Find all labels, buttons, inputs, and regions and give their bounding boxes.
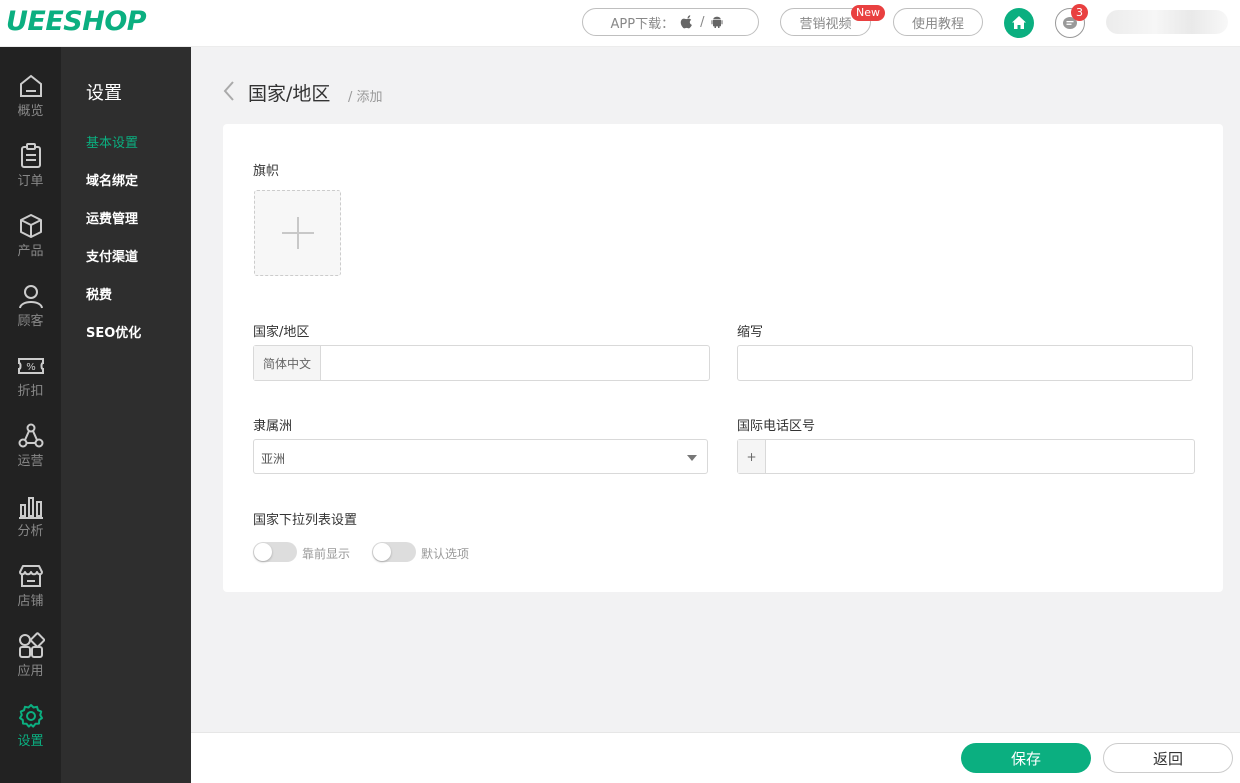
subnav-item-domain[interactable]: 域名绑定 xyxy=(86,170,138,189)
continent-value: 亚洲 xyxy=(261,452,286,466)
nav-label: 订单 xyxy=(17,174,44,189)
caret-down-icon xyxy=(687,455,697,461)
breadcrumb-sub: / 添加 xyxy=(348,90,383,105)
apps-icon xyxy=(18,632,45,658)
settings-subnav: 设置 基本设置 域名绑定 运费管理 支付渠道 税费 SEO优化 xyxy=(61,47,191,783)
user-menu[interactable] xyxy=(1106,10,1228,34)
subnav-title: 设置 xyxy=(86,83,122,104)
logo[interactable]: UEESHOP xyxy=(6,6,147,37)
subnav-item-basic[interactable]: 基本设置 xyxy=(86,132,138,151)
app-separator: / xyxy=(700,14,705,30)
nav-label: 运营 xyxy=(17,454,44,469)
continent-select[interactable]: 亚洲 xyxy=(253,439,708,474)
page-title: 国家/地区 xyxy=(248,83,331,105)
home-icon xyxy=(1012,16,1026,29)
nav-label: 应用 xyxy=(17,664,44,679)
clipboard-icon xyxy=(20,143,41,168)
subnav-item-payment[interactable]: 支付渠道 xyxy=(86,246,138,265)
message-count-badge: 3 xyxy=(1071,4,1088,21)
country-input[interactable]: 简体中文 xyxy=(253,345,710,381)
save-button[interactable]: 保存 xyxy=(961,743,1091,773)
abbr-input[interactable] xyxy=(737,345,1193,381)
home-button[interactable] xyxy=(1004,8,1034,38)
gear-icon xyxy=(18,704,43,728)
network-icon xyxy=(18,423,43,448)
nav-label: 分析 xyxy=(17,524,44,539)
nav-item-products[interactable]: 产品 xyxy=(0,208,61,270)
nav-item-customers[interactable]: 顾客 xyxy=(0,278,61,340)
front-display-label: 靠前显示 xyxy=(302,547,351,561)
nav-label: 设置 xyxy=(17,734,44,749)
front-display-toggle[interactable] xyxy=(253,542,297,562)
user-icon xyxy=(18,285,43,309)
nav-label: 产品 xyxy=(17,244,44,259)
nav-item-settings[interactable]: 设置 xyxy=(0,698,61,760)
back-chevron-icon[interactable] xyxy=(222,80,236,102)
subnav-item-tax[interactable]: 税费 xyxy=(86,284,112,303)
continent-label: 隶属洲 xyxy=(253,419,293,434)
dropdown-settings-label: 国家下拉列表设置 xyxy=(253,513,358,528)
nav-item-discounts[interactable]: % 折扣 xyxy=(0,348,61,410)
phone-plus-addon: + xyxy=(738,440,766,473)
abbr-label: 缩写 xyxy=(737,325,764,340)
store-icon xyxy=(18,565,43,587)
nav-item-overview[interactable]: 概览 xyxy=(0,68,61,130)
country-label: 国家/地区 xyxy=(253,325,310,340)
toggle-knob xyxy=(254,543,272,561)
language-addon: 简体中文 xyxy=(254,346,321,380)
flag-upload[interactable] xyxy=(254,190,341,276)
tutorial-button[interactable]: 使用教程 xyxy=(893,8,983,36)
phone-input[interactable]: + xyxy=(737,439,1195,474)
back-button[interactable]: 返回 xyxy=(1103,743,1233,773)
nav-item-operations[interactable]: 运营 xyxy=(0,418,61,480)
app-download-label: APP下载： xyxy=(610,16,675,32)
bar-chart-icon xyxy=(18,497,43,519)
app-download-pill[interactable]: APP下载： / xyxy=(582,8,759,36)
android-icon[interactable] xyxy=(710,15,724,29)
apple-icon[interactable] xyxy=(680,15,694,29)
nav-item-orders[interactable]: 订单 xyxy=(0,138,61,200)
phone-label: 国际电话区号 xyxy=(737,419,816,434)
plus-icon xyxy=(281,217,314,249)
default-option-toggle[interactable] xyxy=(372,542,416,562)
subnav-item-shipping[interactable]: 运费管理 xyxy=(86,208,138,227)
top-header: UEESHOP APP下载： / 营销视频 New 使用教程 3 xyxy=(0,0,1240,47)
discount-ticket-icon: % xyxy=(17,358,44,374)
nav-label: 折扣 xyxy=(17,384,44,399)
nav-label: 店铺 xyxy=(17,594,44,609)
main-nav: 概览 订单 产品 顾客 % 折扣 运营 分析 店铺 应用 设置 xyxy=(0,47,61,783)
nav-label: 顾客 xyxy=(17,314,44,329)
flag-label: 旗帜 xyxy=(253,164,280,179)
home-outline-icon xyxy=(19,74,42,97)
subnav-item-seo[interactable]: SEO优化 xyxy=(86,322,141,341)
box-icon xyxy=(19,214,42,238)
nav-item-apps[interactable]: 应用 xyxy=(0,628,61,690)
new-badge: New xyxy=(851,5,885,21)
default-option-label: 默认选项 xyxy=(421,547,470,561)
nav-item-store[interactable]: 店铺 xyxy=(0,558,61,620)
nav-label: 概览 xyxy=(17,104,44,119)
svg-text:%: % xyxy=(26,362,36,373)
toggle-knob xyxy=(373,543,391,561)
nav-item-analytics[interactable]: 分析 xyxy=(0,488,61,550)
